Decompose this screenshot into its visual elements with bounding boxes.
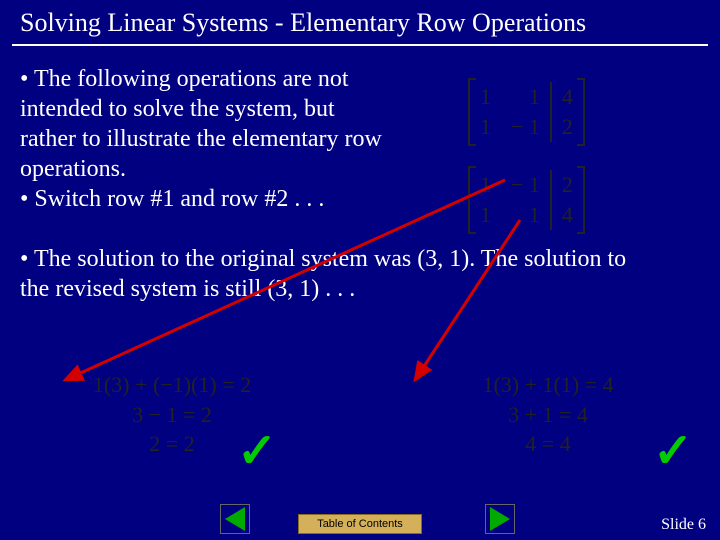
matrix-area: 1 1 4 1 − 1 2 1 − 1 2 1 1 (470, 78, 583, 254)
verification-area: 1(3) + (−1)(1) = 2 3 − 1 = 2 2 = 2 ✓ 1(3… (22, 370, 698, 459)
title-underline (12, 44, 708, 46)
checkmark-icon: ✓ (237, 420, 277, 485)
table-of-contents-button[interactable]: Table of Contents (298, 514, 422, 534)
footer: Table of Contents (0, 514, 720, 534)
m1-r1c2: 1 (501, 82, 551, 112)
content-area: • The following operations are not inten… (0, 64, 720, 304)
triangle-right-icon (490, 507, 510, 531)
bullet-block-1: • The following operations are not inten… (20, 64, 385, 214)
checkmark-icon: ✓ (653, 420, 693, 485)
m1-r2c2: − 1 (501, 112, 551, 142)
matrix-original: 1 1 4 1 − 1 2 (470, 78, 583, 146)
wr-line1: 1(3) + 1(1) = 4 (398, 370, 698, 400)
verification-right: 1(3) + 1(1) = 4 3 + 1 = 4 4 = 4 ✓ (398, 370, 698, 459)
slide-number: Slide 6 (661, 516, 706, 534)
prev-slide-button[interactable] (220, 504, 250, 536)
slide-title: Solving Linear Systems - Elementary Row … (0, 0, 720, 44)
matrix-switched: 1 − 1 2 1 1 4 (470, 166, 583, 234)
triangle-left-icon (225, 507, 245, 531)
next-slide-button[interactable] (485, 504, 515, 536)
verification-left: 1(3) + (−1)(1) = 2 3 − 1 = 2 2 = 2 ✓ (22, 370, 322, 459)
bullet-2: • Switch row #1 and row #2 . . . (20, 184, 385, 214)
wl-line1: 1(3) + (−1)(1) = 2 (22, 370, 322, 400)
bullet-1: • The following operations are not inten… (20, 64, 385, 184)
m2-r2c2: 1 (501, 200, 551, 230)
m2-r1c2: − 1 (501, 170, 551, 200)
